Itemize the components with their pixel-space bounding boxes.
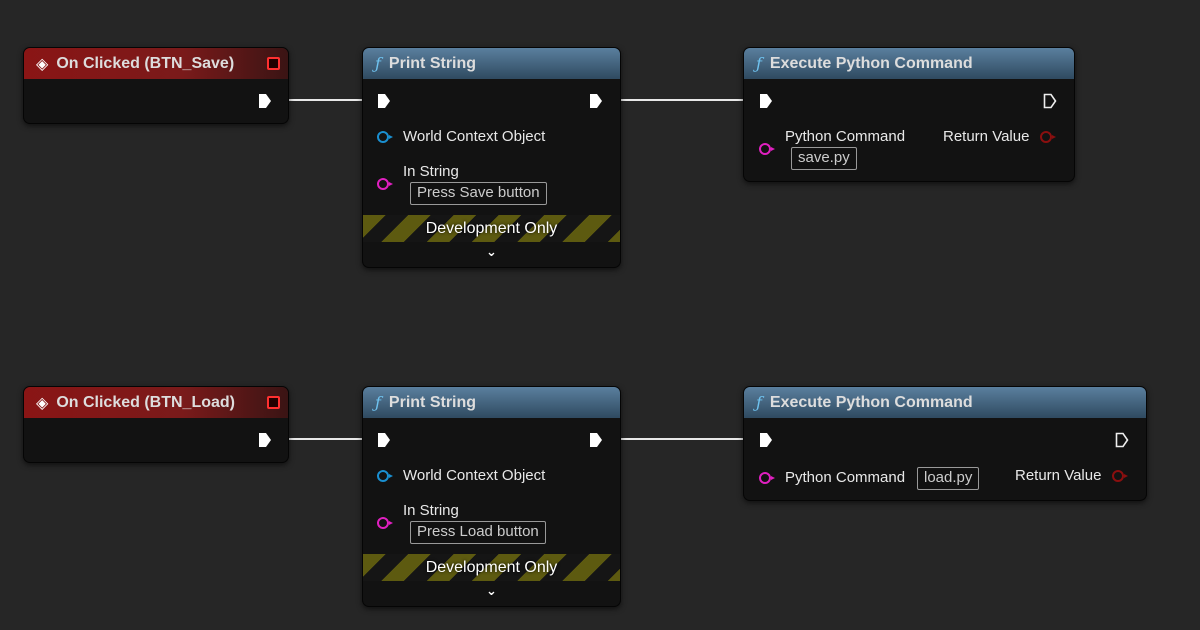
event-diamond-icon: ◈ xyxy=(36,393,49,412)
string-pin-icon[interactable] xyxy=(377,517,393,529)
exec-out-pin-icon[interactable] xyxy=(589,93,603,109)
node-title: On Clicked (BTN_Save) xyxy=(56,54,235,72)
in-string-input[interactable]: Press Load button xyxy=(410,521,546,544)
node-title: On Clicked (BTN_Load) xyxy=(56,393,235,411)
node-title: Execute Python Command xyxy=(769,54,973,72)
exec-out-pin-icon[interactable] xyxy=(258,432,272,448)
python-command-label: Python Command xyxy=(785,469,906,486)
event-diamond-icon: ◈ xyxy=(36,54,49,73)
return-value-label: Return Value xyxy=(943,128,1030,145)
execute-python-node-load[interactable]: ƒ Execute Python Command Python Command l… xyxy=(743,386,1147,501)
development-only-banner: Development Only xyxy=(363,554,620,581)
on-clicked-load-node[interactable]: ◈ On Clicked (BTN_Load) xyxy=(23,386,289,463)
print-string-node-save[interactable]: ƒ Print String World Context Object In St… xyxy=(362,47,621,268)
function-f-icon: ƒ xyxy=(756,393,762,412)
exec-in-pin-icon[interactable] xyxy=(759,93,773,109)
execute-python-node-save[interactable]: ƒ Execute Python Command Python Command s… xyxy=(743,47,1075,182)
object-pin-icon[interactable] xyxy=(377,470,393,482)
exec-out-pin-icon[interactable] xyxy=(589,432,603,448)
function-f-icon: ƒ xyxy=(756,54,762,73)
node-title: Execute Python Command xyxy=(769,393,973,411)
function-f-icon: ƒ xyxy=(375,54,381,73)
python-command-label: Python Command xyxy=(785,128,906,145)
string-pin-icon[interactable] xyxy=(377,178,393,190)
delegate-pin-icon[interactable] xyxy=(267,57,280,70)
string-pin-icon[interactable] xyxy=(759,143,775,155)
print-string-node-load[interactable]: ƒ Print String World Context Object In St… xyxy=(362,386,621,607)
bool-pin-icon[interactable] xyxy=(1112,470,1128,482)
exec-out-pin-icon[interactable] xyxy=(1115,432,1129,448)
exec-out-pin-icon[interactable] xyxy=(1043,93,1057,109)
expand-chevron-icon[interactable]: ⌄ xyxy=(363,244,620,260)
world-context-label: World Context Object xyxy=(403,467,546,484)
exec-out-pin-icon[interactable] xyxy=(258,93,272,109)
node-title: Print String xyxy=(388,54,477,72)
on-clicked-save-node[interactable]: ◈ On Clicked (BTN_Save) xyxy=(23,47,289,124)
in-string-label: In String xyxy=(403,163,459,180)
node-title: Print String xyxy=(388,393,477,411)
function-f-icon: ƒ xyxy=(375,393,381,412)
python-command-input[interactable]: save.py xyxy=(791,147,857,170)
in-string-input[interactable]: Press Save button xyxy=(410,182,547,205)
development-only-banner: Development Only xyxy=(363,215,620,242)
return-value-label: Return Value xyxy=(1015,467,1102,484)
in-string-label: In String xyxy=(403,502,459,519)
python-command-input[interactable]: load.py xyxy=(917,467,980,490)
object-pin-icon[interactable] xyxy=(377,131,393,143)
exec-in-pin-icon[interactable] xyxy=(759,432,773,448)
world-context-label: World Context Object xyxy=(403,128,546,145)
exec-in-pin-icon[interactable] xyxy=(377,93,391,109)
delegate-pin-icon[interactable] xyxy=(267,396,280,409)
bool-pin-icon[interactable] xyxy=(1040,131,1056,143)
exec-in-pin-icon[interactable] xyxy=(377,432,391,448)
expand-chevron-icon[interactable]: ⌄ xyxy=(363,583,620,599)
exec-wire xyxy=(605,99,755,101)
string-pin-icon[interactable] xyxy=(759,472,775,484)
exec-wire xyxy=(605,438,755,440)
